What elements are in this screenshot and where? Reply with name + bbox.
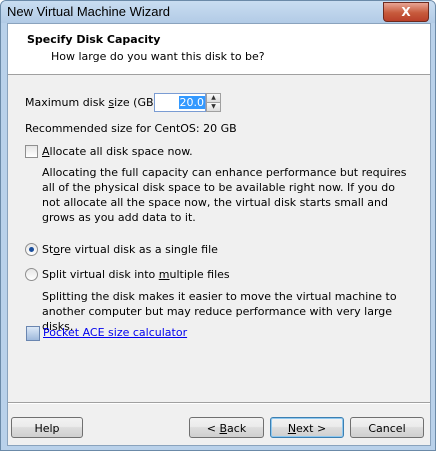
back-button-label-pre: < bbox=[206, 422, 220, 435]
chevron-up-icon: ▲ bbox=[211, 94, 216, 101]
cancel-button-label: Cancel bbox=[368, 422, 406, 435]
calculator-icon bbox=[26, 326, 40, 341]
help-button-label: Help bbox=[34, 422, 60, 435]
chevron-down-icon: ▼ bbox=[211, 103, 216, 110]
store-single-file-label-pre: St bbox=[42, 243, 54, 256]
cancel-button[interactable]: Cancel bbox=[350, 417, 424, 438]
recommended-size-text: Recommended size for CentOS: 20 GB bbox=[25, 122, 237, 135]
disk-size-spin-buttons: ▲ ▼ bbox=[206, 93, 221, 112]
allocate-now-checkbox[interactable] bbox=[25, 145, 38, 158]
next-button-label-mnemonic: N bbox=[287, 422, 297, 435]
title-bar[interactable]: New Virtual Machine Wizard X bbox=[1, 1, 435, 23]
help-button[interactable]: Help bbox=[11, 417, 83, 438]
pocket-ace-calculator-link[interactable]: Pocket ACE size calculator bbox=[43, 326, 187, 339]
split-multiple-files-label-pre: Split virtual disk into bbox=[42, 268, 159, 281]
max-disk-size-label: Maximum disk size (GB): bbox=[25, 96, 162, 109]
wizard-client-area: Specify Disk Capacity How large do you w… bbox=[7, 23, 431, 446]
allocate-now-label-mnemonic: A bbox=[42, 145, 50, 158]
disk-size-value: 20.0 bbox=[178, 96, 205, 109]
store-single-file-label-post: re virtual disk as a single file bbox=[60, 243, 218, 256]
page-subtitle: How large do you want this disk to be? bbox=[51, 50, 265, 63]
page-title: Specify Disk Capacity bbox=[27, 33, 161, 46]
spin-down-button[interactable]: ▼ bbox=[206, 102, 221, 112]
back-button-label-post: ack bbox=[227, 422, 247, 435]
split-multiple-files-radio[interactable] bbox=[25, 268, 38, 281]
disk-size-input[interactable]: 20.0 bbox=[154, 93, 206, 112]
close-button[interactable]: X bbox=[383, 2, 429, 22]
allocate-now-label-rest: llocate all disk space now. bbox=[49, 145, 193, 158]
store-single-file-label[interactable]: Store virtual disk as a single file bbox=[42, 243, 218, 256]
store-single-file-radio[interactable] bbox=[25, 243, 38, 256]
split-multiple-files-label[interactable]: Split virtual disk into multiple files bbox=[42, 268, 230, 281]
radio-selected-dot bbox=[29, 247, 34, 252]
footer-divider bbox=[8, 402, 430, 404]
back-button[interactable]: < Back bbox=[189, 417, 264, 438]
wizard-window: New Virtual Machine Wizard X Specify Dis… bbox=[0, 0, 436, 451]
max-disk-size-label-pre: Maximum disk bbox=[25, 96, 109, 109]
window-title: New Virtual Machine Wizard bbox=[7, 4, 171, 19]
close-icon: X bbox=[401, 5, 411, 19]
wizard-header: Specify Disk Capacity How large do you w… bbox=[8, 24, 430, 75]
split-multiple-files-label-post: ultiple files bbox=[169, 268, 230, 281]
allocate-description: Allocating the full capacity can enhance… bbox=[42, 166, 407, 224]
next-button-label-post: ext > bbox=[296, 422, 327, 435]
back-button-label-mnemonic: B bbox=[219, 422, 228, 435]
split-multiple-files-label-mnemonic: m bbox=[158, 268, 170, 281]
allocate-now-label[interactable]: Allocate all disk space now. bbox=[42, 145, 193, 158]
next-button[interactable]: Next > bbox=[270, 417, 344, 438]
disk-size-spinner[interactable]: 20.0 ▲ ▼ bbox=[154, 93, 221, 112]
